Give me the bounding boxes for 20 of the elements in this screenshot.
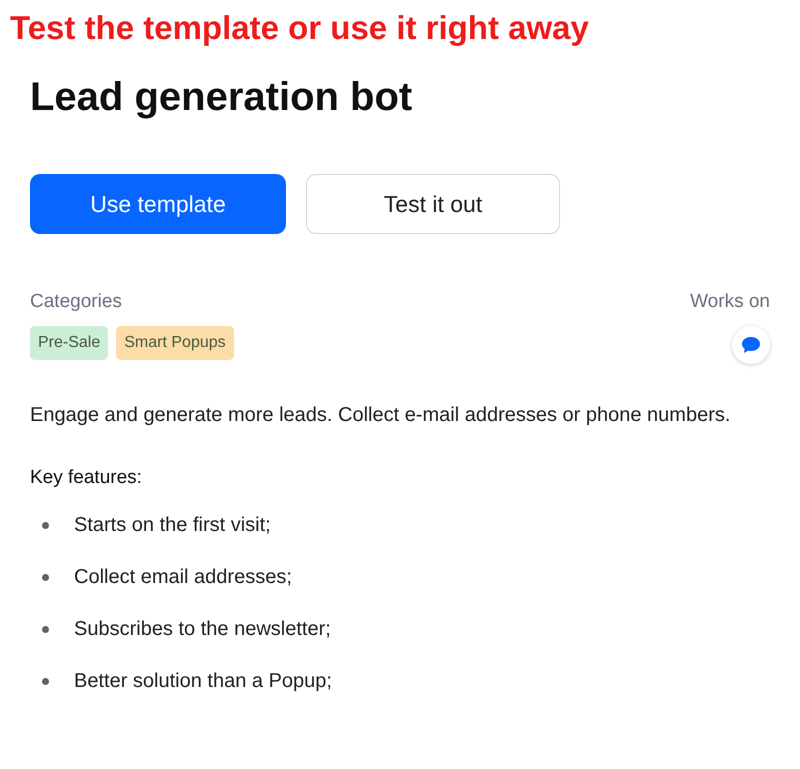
use-template-button[interactable]: Use template <box>30 174 286 234</box>
test-button[interactable]: Test it out <box>306 174 560 234</box>
description: Engage and generate more leads. Collect e-mail addresses or phone numbers. <box>30 402 732 428</box>
categories-label: Categories <box>30 290 123 314</box>
feature-item: Starts on the first visit; <box>74 513 271 538</box>
works-on-label: Works on <box>690 290 770 314</box>
bullet-icon <box>42 678 49 684</box>
bullet-icon <box>42 626 49 632</box>
page-title: Lead generation bot <box>30 74 414 121</box>
feature-item: Collect email addresses; <box>74 565 292 590</box>
feature-item: Subscribes to the newsletter; <box>74 617 331 642</box>
bullet-icon <box>42 522 49 528</box>
features-heading: Key features: <box>30 466 143 490</box>
category-tag: Pre-Sale <box>30 326 108 360</box>
bullet-icon <box>42 574 49 580</box>
messenger-badge[interactable] <box>732 326 770 364</box>
feature-item: Better solution than a Popup; <box>74 669 332 694</box>
annotation-title: Test the template or use it right away <box>10 8 589 48</box>
category-tag: Smart Popups <box>116 326 234 360</box>
chat-bubble-icon <box>741 336 761 354</box>
